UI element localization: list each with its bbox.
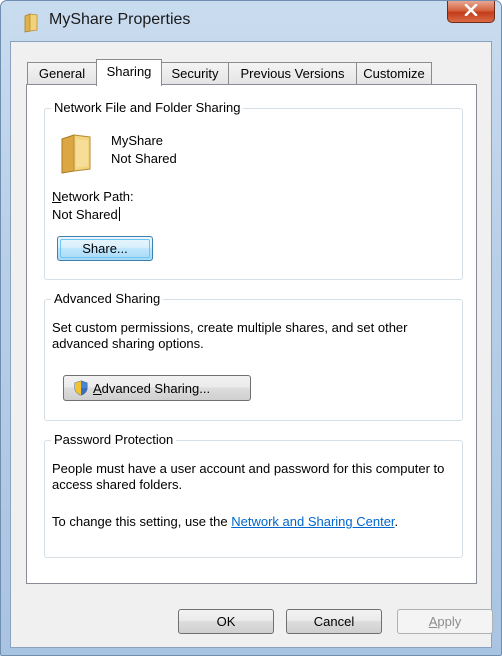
path-text: Not Shared (52, 207, 118, 222)
network-sharing-center-link[interactable]: Network and Sharing Center (231, 514, 394, 529)
password-protection-description: People must have a user account and pass… (52, 461, 445, 492)
button-label: Share... (82, 241, 128, 256)
tab-label: General (38, 66, 86, 81)
network-path-label: Network Path: (52, 189, 134, 204)
window-title: MyShare Properties (49, 11, 191, 28)
label-rest: pply (437, 614, 462, 629)
tab-sharing[interactable]: Sharing (96, 59, 162, 86)
folder-name: MyShare (111, 133, 164, 148)
tab-label: Customize (363, 66, 425, 81)
cancel-button[interactable]: Cancel (286, 609, 382, 634)
tab-previous-versions[interactable]: Previous Versions (228, 62, 357, 84)
network-sharing-group: Network File and Folder Sharing MyShare … (44, 100, 463, 280)
tab-security[interactable]: Security (161, 62, 229, 84)
sharing-tab-panel: Network File and Folder Sharing MyShare … (26, 84, 477, 584)
button-label: OK (216, 614, 236, 629)
share-button[interactable]: Share... (57, 236, 153, 261)
change-setting-text: To change this setting, use the Network … (52, 514, 398, 529)
title-bar[interactable]: MyShare Properties (1, 1, 501, 43)
tab-label: Security (171, 66, 219, 81)
text-caret (118, 207, 120, 221)
folder-sharing-status: Not Shared (111, 151, 177, 166)
network-path-value[interactable]: Not Shared (52, 207, 120, 222)
advanced-sharing-group: Advanced Sharing Set custom permissions,… (44, 291, 463, 421)
apply-button[interactable]: Apply (397, 609, 493, 634)
prefix-text: To change this setting, use the (52, 514, 232, 529)
folder-icon (23, 13, 39, 33)
close-icon (464, 3, 478, 20)
tab-label: Sharing (106, 64, 152, 79)
tab-general[interactable]: General (27, 62, 97, 84)
group-title: Network File and Folder Sharing (51, 100, 244, 115)
group-title: Advanced Sharing (51, 291, 164, 306)
advanced-sharing-description: Set custom permissions, create multiple … (52, 320, 408, 351)
label-rest: dvanced Sharing... (101, 380, 211, 396)
tab-customize[interactable]: Customize (356, 62, 432, 84)
access-key: N (52, 189, 62, 204)
password-protection-group: Password Protection People must have a u… (44, 432, 463, 558)
ok-button[interactable]: OK (178, 609, 274, 634)
tab-label: Previous Versions (240, 66, 345, 81)
uac-shield-icon (73, 380, 89, 396)
suffix-text: . (394, 514, 399, 529)
access-key: A (93, 380, 102, 396)
advanced-sharing-button[interactable]: Advanced Sharing... (63, 375, 251, 401)
button-label: Apply (429, 614, 462, 629)
group-title: Password Protection (51, 432, 177, 447)
folder-icon (59, 133, 93, 179)
button-label: Advanced Sharing... (93, 381, 210, 396)
label-rest: etwork Path: (61, 189, 134, 204)
button-label: Cancel (313, 614, 355, 629)
close-button[interactable] (447, 1, 495, 23)
